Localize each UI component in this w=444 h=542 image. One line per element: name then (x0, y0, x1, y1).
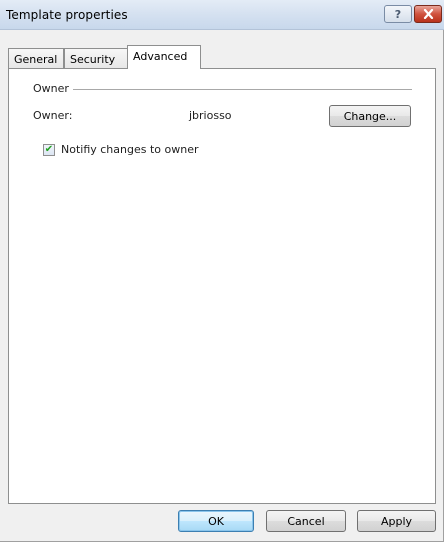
window-title: Template properties (6, 8, 128, 22)
change-owner-button[interactable]: Change... (329, 105, 411, 127)
tab-security-label: Security (70, 52, 116, 66)
notify-owner-option[interactable]: ✔ Notifiy changes to owner (43, 143, 199, 156)
owner-group-divider (33, 89, 412, 90)
tab-general[interactable]: General (8, 48, 64, 69)
notify-owner-checkbox[interactable]: ✔ (43, 143, 55, 156)
template-properties-dialog: Template properties ? General Security A… (0, 0, 444, 542)
ok-button[interactable]: OK (178, 510, 254, 532)
checkmark-icon: ✔ (44, 143, 54, 155)
owner-value: jbriosso (189, 109, 232, 122)
tab-advanced[interactable]: Advanced (127, 45, 201, 69)
close-icon (423, 9, 433, 19)
apply-button[interactable]: Apply (357, 510, 436, 532)
tab-general-label: General (14, 52, 58, 66)
owner-group-title: Owner (33, 82, 73, 95)
tab-advanced-label: Advanced (133, 50, 188, 63)
help-button[interactable]: ? (384, 5, 412, 23)
notify-owner-label[interactable]: Notifiy changes to owner (61, 143, 199, 156)
advanced-tab-panel (8, 68, 436, 504)
owner-label: Owner: (33, 109, 73, 122)
tab-security[interactable]: Security (64, 48, 128, 69)
cancel-button[interactable]: Cancel (266, 510, 346, 532)
help-icon: ? (394, 7, 402, 21)
close-button[interactable] (414, 5, 442, 23)
title-bar[interactable]: Template properties ? (0, 0, 444, 30)
